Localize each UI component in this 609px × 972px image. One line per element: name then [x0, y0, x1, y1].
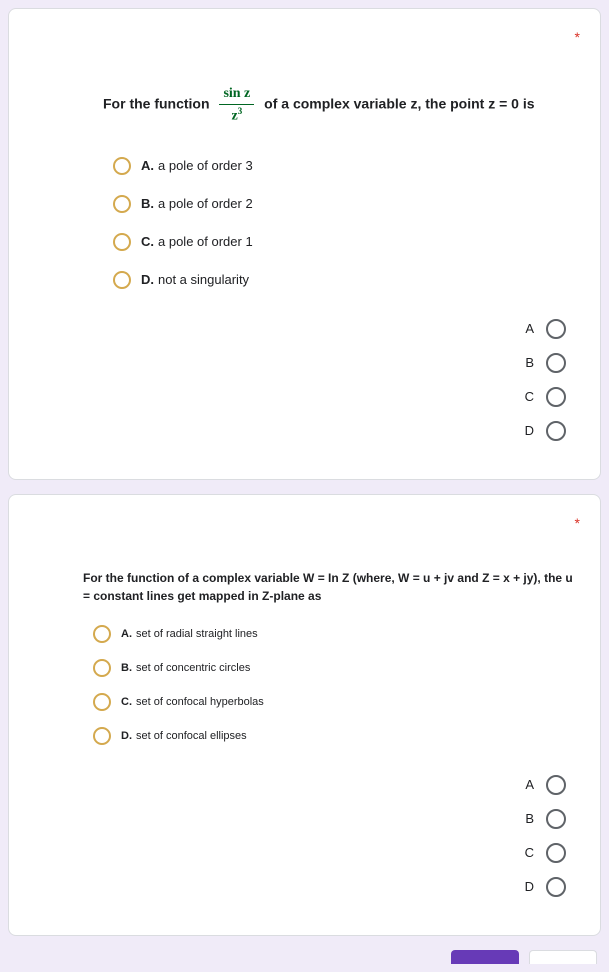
q2-option-b: B. set of concentric circles	[93, 659, 576, 677]
q1-answer-d[interactable]: D	[520, 421, 566, 441]
radio-icon	[113, 271, 131, 289]
q1-suffix: of a complex variable z, the point z = 0…	[264, 96, 534, 112]
q1-answer-block: A B C D	[33, 319, 576, 455]
q2-option-a-text: set of radial straight lines	[136, 628, 258, 640]
radio-icon	[546, 353, 566, 373]
radio-icon	[93, 625, 111, 643]
q2-option-d-letter: D.	[121, 730, 132, 742]
radio-icon	[113, 233, 131, 251]
answer-label: A	[520, 321, 534, 336]
radio-icon	[546, 319, 566, 339]
answer-label: B	[520, 355, 534, 370]
radio-icon	[546, 877, 566, 897]
answer-label: D	[520, 423, 534, 438]
q1-option-b-text: a pole of order 2	[158, 196, 253, 211]
answer-label: C	[520, 389, 534, 404]
radio-icon	[546, 843, 566, 863]
radio-icon	[546, 809, 566, 829]
question-card-2: * For the function of a complex variable…	[8, 494, 601, 936]
answer-label: C	[520, 845, 534, 860]
q2-answer-c[interactable]: C	[520, 843, 566, 863]
q2-option-c-letter: C.	[121, 696, 132, 708]
q1-option-d-letter: D.	[141, 272, 154, 287]
answer-label: B	[520, 811, 534, 826]
q1-option-a: A. a pole of order 3	[113, 157, 576, 175]
q2-answer-d[interactable]: D	[520, 877, 566, 897]
q2-option-c: C. set of confocal hyperbolas	[93, 693, 576, 711]
q2-answer-a[interactable]: A	[520, 775, 566, 795]
radio-icon	[546, 421, 566, 441]
radio-icon	[546, 387, 566, 407]
q1-answer-b[interactable]: B	[520, 353, 566, 373]
q1-option-c-letter: C.	[141, 234, 154, 249]
q2-option-d-text: set of confocal ellipses	[136, 730, 247, 742]
q2-option-d: D. set of confocal ellipses	[93, 727, 576, 745]
answer-label: A	[520, 777, 534, 792]
q2-option-c-text: set of confocal hyperbolas	[136, 696, 264, 708]
radio-icon	[546, 775, 566, 795]
q1-fraction: sin z z3	[219, 83, 254, 127]
footer-buttons	[8, 950, 601, 964]
q2-option-b-letter: B.	[121, 662, 132, 674]
required-asterisk: *	[575, 29, 580, 45]
q2-option-a: A. set of radial straight lines	[93, 625, 576, 643]
q1-option-c: C. a pole of order 1	[113, 233, 576, 251]
radio-icon	[113, 157, 131, 175]
radio-icon	[93, 693, 111, 711]
q1-option-b-letter: B.	[141, 196, 154, 211]
next-button[interactable]	[529, 950, 597, 964]
q1-option-d-text: not a singularity	[158, 272, 249, 287]
radio-icon	[93, 659, 111, 677]
q2-answer-b[interactable]: B	[520, 809, 566, 829]
q1-fraction-numerator: sin z	[219, 83, 254, 105]
q1-option-c-text: a pole of order 1	[158, 234, 253, 249]
answer-label: D	[520, 879, 534, 894]
back-button[interactable]	[451, 950, 519, 964]
q2-answer-block: A B C D	[33, 775, 576, 911]
question-card-1: * For the function sin z z3 of a complex…	[8, 8, 601, 480]
radio-icon	[93, 727, 111, 745]
q1-fraction-denominator: z3	[219, 105, 254, 127]
q1-prefix: For the function	[103, 96, 210, 112]
q1-option-b: B. a pole of order 2	[113, 195, 576, 213]
required-asterisk: *	[575, 515, 580, 531]
q1-answer-a[interactable]: A	[520, 319, 566, 339]
radio-icon	[113, 195, 131, 213]
q2-option-b-text: set of concentric circles	[136, 662, 250, 674]
q2-option-a-letter: A.	[121, 628, 132, 640]
q1-answer-c[interactable]: C	[520, 387, 566, 407]
q1-option-d: D. not a singularity	[113, 271, 576, 289]
question-1-text: For the function sin z z3 of a complex v…	[103, 83, 576, 127]
q1-option-a-letter: A.	[141, 158, 154, 173]
q1-option-a-text: a pole of order 3	[158, 158, 253, 173]
question-2-text: For the function of a complex variable W…	[83, 569, 576, 605]
